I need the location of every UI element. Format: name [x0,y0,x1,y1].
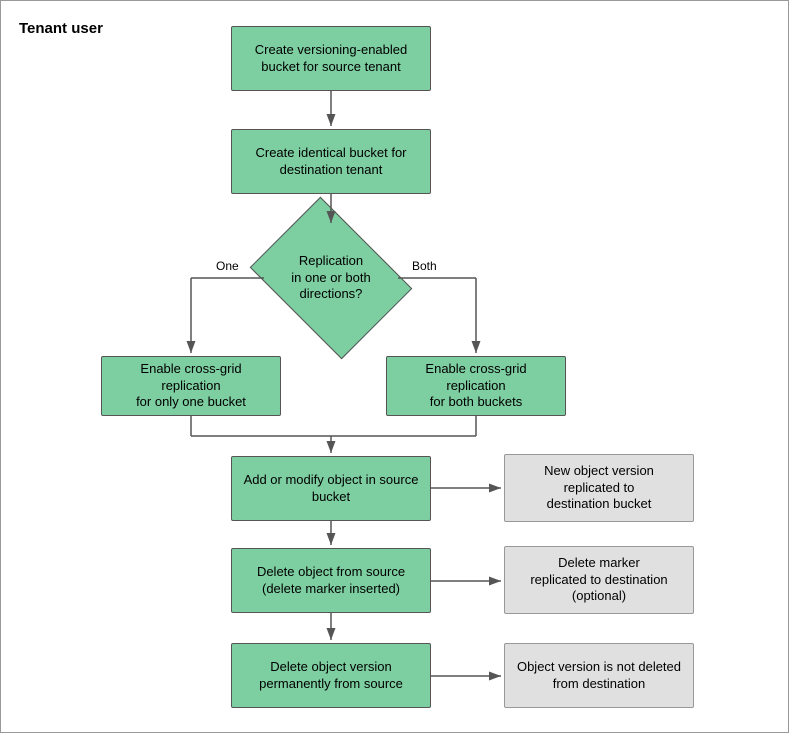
box-not-deleted: Object version is not deleted from desti… [504,643,694,708]
box-enable-both: Enable cross-grid replication for both b… [386,356,566,416]
box-delete-marker: Delete marker replicated to destination … [504,546,694,614]
label-both: Both [412,259,437,273]
diamond-container: Replication in one or both directions? [264,226,398,330]
diamond-label: Replication in one or both directions? [291,253,371,304]
box-enable-one: Enable cross-grid replication for only o… [101,356,281,416]
box-add-modify: Add or modify object in source bucket [231,456,431,521]
box-delete-version: Delete object version permanently from s… [231,643,431,708]
box-dest-bucket: Create identical bucket for destination … [231,129,431,194]
box-delete-source: Delete object from source (delete marker… [231,548,431,613]
box-source-bucket: Create versioning-enabled bucket for sou… [231,26,431,91]
box-replicated: New object version replicated to destina… [504,454,694,522]
diagram-container: Tenant user Create versioning-enabled bu… [0,0,789,733]
title: Tenant user [19,19,103,39]
label-one: One [216,259,239,273]
